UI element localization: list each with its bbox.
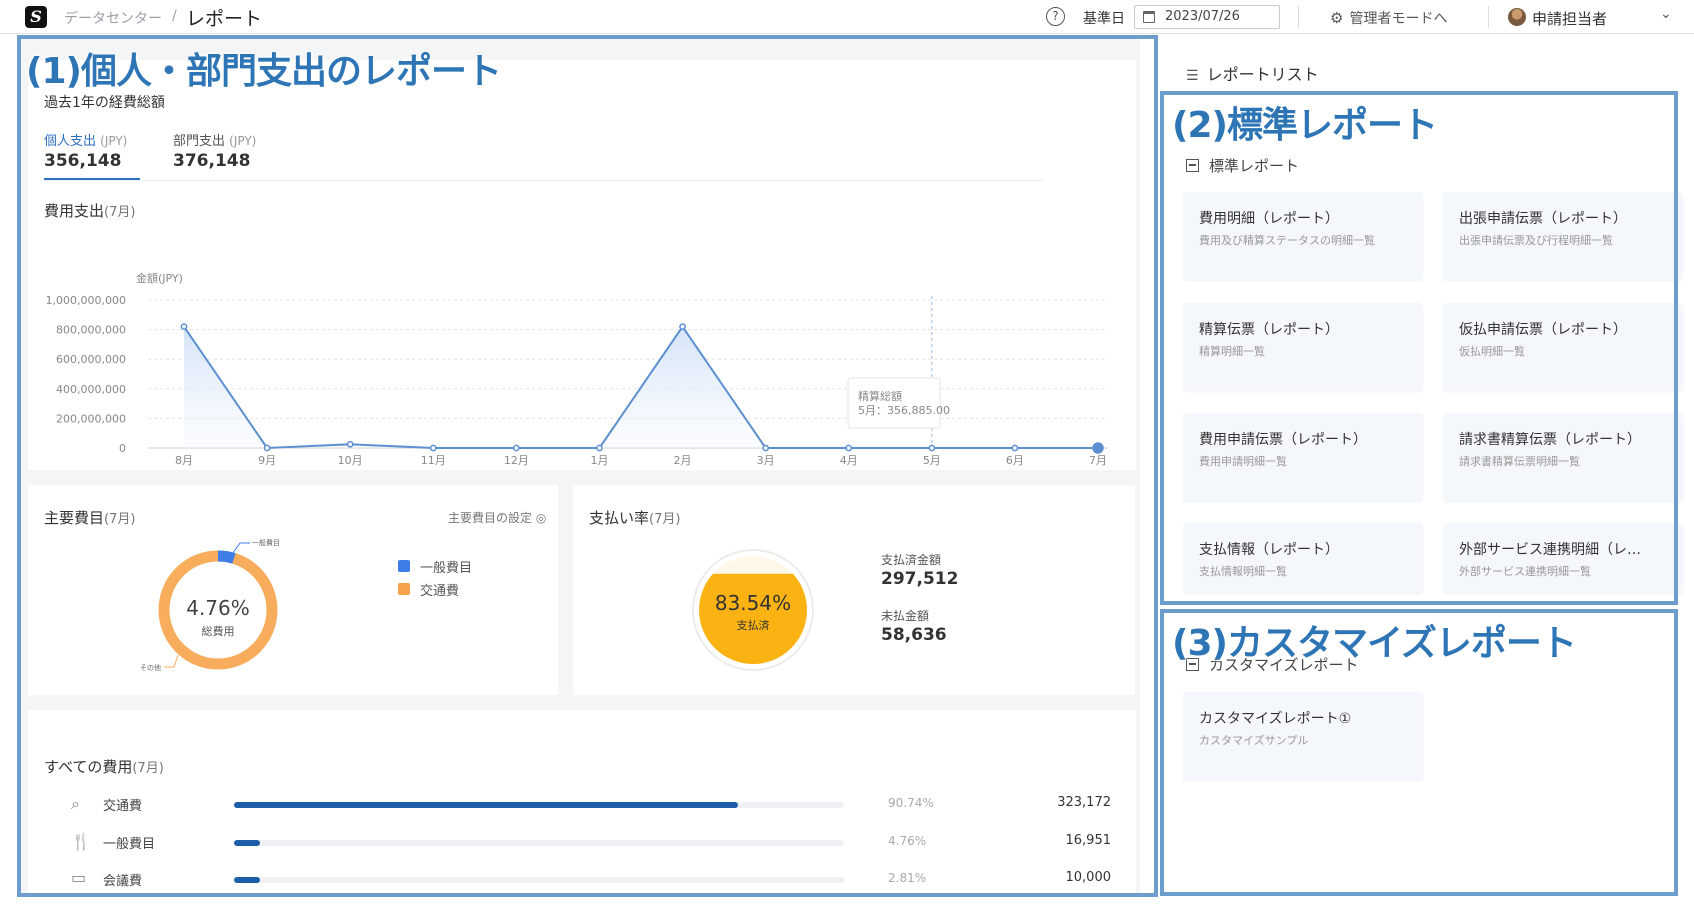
admin-mode-label: 管理者モードへ [1349,11,1448,27]
annotation-title-1: (1)個人・部門支出のレポート [26,51,502,92]
annotation-title-2: (2)標準レポート [1172,105,1438,146]
divider [1488,6,1489,28]
base-date-value: 2023/07/26 [1165,9,1240,24]
divider [1298,6,1299,28]
gear-icon: ⚙ [1330,9,1344,27]
breadcrumb-parent[interactable]: データセンター [64,8,162,28]
help-icon[interactable]: ? [1046,7,1065,26]
page-title: レポート [186,8,263,30]
calendar-icon [1143,11,1155,23]
annotation-frame-2 [1160,91,1678,605]
annotation-title-3: (3)カスタマイズレポート [1172,623,1577,664]
admin-mode-link[interactable]: ⚙ 管理者モードへ [1330,8,1447,28]
base-date-label: 基準日 [1083,11,1125,27]
base-date-input[interactable]: 2023/07/26 [1134,5,1280,29]
annotation-frame-1 [17,35,1158,897]
top-bar: S データセンター / レポート ? 基準日 2023/07/26 ⚙ 管理者モー… [0,0,1694,34]
report-list-title: ☰ レポートリスト [1186,65,1319,84]
list-icon: ☰ [1186,68,1199,84]
app-logo[interactable]: S [25,6,47,28]
avatar[interactable] [1508,8,1526,26]
breadcrumb-separator: / [172,8,177,24]
user-name[interactable]: 申請担当者 [1532,8,1607,29]
chevron-down-icon[interactable]: ⌄ [1660,6,1672,22]
